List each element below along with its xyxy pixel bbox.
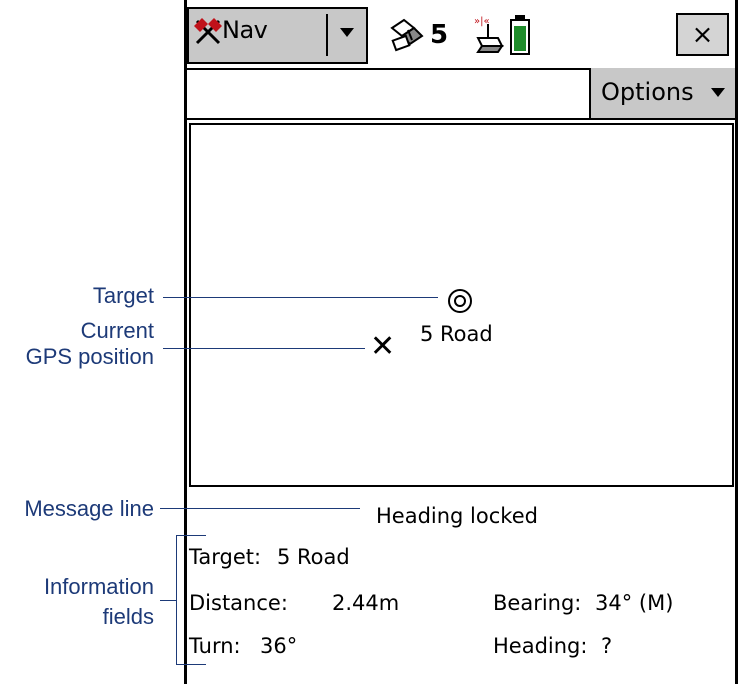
info-heading-label: Heading: bbox=[493, 634, 588, 658]
target-marker-icon[interactable] bbox=[446, 287, 474, 315]
annotation-gps-line1: Current bbox=[80, 318, 154, 343]
annotation-info-leader bbox=[160, 600, 176, 601]
gps-position-icon: ✕ bbox=[370, 329, 396, 364]
info-distance-value: 2.44m bbox=[332, 591, 400, 615]
close-icon: × bbox=[691, 20, 714, 50]
options-arrow-icon bbox=[711, 88, 725, 97]
device-frame-left bbox=[184, 0, 187, 684]
annotation-target-leader bbox=[163, 297, 438, 298]
info-bearing-label: Bearing: bbox=[493, 591, 582, 615]
annotation-info-bracket bbox=[176, 535, 177, 665]
info-turn-value: 36° bbox=[260, 634, 298, 658]
info-target-label: Target: bbox=[189, 545, 262, 569]
annotation-gps-line2: GPS position bbox=[25, 344, 154, 369]
info-bearing-value: 34° (M) bbox=[595, 591, 674, 615]
annotation-info-bracket-bottom bbox=[176, 664, 206, 665]
annotation-gps-leader bbox=[163, 348, 365, 349]
annotation-info-bracket-top bbox=[176, 535, 206, 536]
satellite-icon bbox=[390, 18, 424, 52]
annotation-message: Message line bbox=[24, 496, 154, 521]
info-target-value: 5 Road bbox=[277, 545, 350, 569]
dropdown-arrow-icon[interactable] bbox=[340, 28, 354, 37]
annotation-info-line2: fields bbox=[102, 604, 154, 629]
nav-menu-label: Nav bbox=[222, 16, 268, 44]
battery-icon bbox=[510, 15, 530, 55]
annotation-target: Target bbox=[92, 283, 154, 308]
options-label: Options bbox=[601, 78, 694, 106]
close-button[interactable]: × bbox=[676, 13, 729, 56]
message-line: Heading locked bbox=[376, 504, 538, 528]
nav-menu-divider bbox=[326, 14, 328, 56]
nav-tools-icon bbox=[194, 18, 222, 45]
options-button[interactable]: Options bbox=[589, 68, 735, 118]
device-frame-right bbox=[735, 0, 738, 684]
annotation-message-leader bbox=[160, 508, 360, 509]
info-turn-label: Turn: bbox=[189, 634, 241, 658]
satellite-count: 5 bbox=[430, 20, 449, 50]
command-bar-divider bbox=[187, 118, 735, 120]
target-label: 5 Road bbox=[420, 322, 493, 346]
antenna-icon: »|« bbox=[474, 16, 504, 53]
annotation-info-line1: Information bbox=[43, 574, 154, 599]
info-heading-value: ? bbox=[601, 634, 613, 658]
info-distance-label: Distance: bbox=[189, 591, 288, 615]
